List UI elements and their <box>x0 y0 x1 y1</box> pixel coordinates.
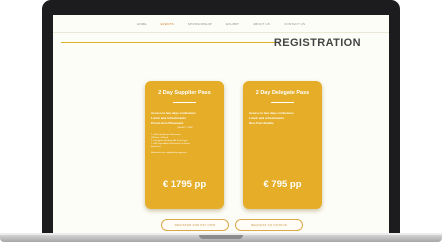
card-divider <box>271 102 294 103</box>
feature-item: Promo Item Placement <box>151 121 184 125</box>
nav-exhibit[interactable]: EXHIBIT <box>226 22 239 26</box>
feature-list: Access to two days conference Lunch and … <box>249 111 317 126</box>
option-line: Brochure) <box>151 146 161 148</box>
nav-sponsorship[interactable]: SPONSORSHIP <box>188 22 212 26</box>
select-one-label: (SELECT ONE) <box>177 127 193 129</box>
top-navigation: HOME EVENTS SPONSORSHIP EXHIBIT ABOUT US… <box>53 15 389 33</box>
page-title: REGISTRATION <box>273 37 361 49</box>
card-divider <box>173 102 196 103</box>
card-title: 2 Day Delegate Pass <box>255 90 310 96</box>
nav-about-us[interactable]: ABOUT US <box>253 22 270 26</box>
register-and-pay-button[interactable]: REGISTER AND PAY NOW <box>161 219 229 231</box>
browser-viewport: HOME EVENTS SPONSORSHIP EXHIBIT ABOUT US… <box>53 15 389 234</box>
price: € 795 pp <box>263 179 302 190</box>
supplier-pass-card[interactable]: 2 Day Supplier Pass Access to two days c… <box>145 81 224 209</box>
card-title: 2 Day Supplier Pass <box>158 90 211 96</box>
materials-note: Materials to be supplied by organiser <box>151 152 187 154</box>
delegate-pass-card[interactable]: 2 Day Delegate Pass Access to two days c… <box>243 81 322 209</box>
laptop-notch <box>199 235 243 239</box>
request-invoice-button[interactable]: REQUEST AN INVOICE <box>235 219 303 231</box>
nav-events[interactable]: EVENTS <box>161 22 174 26</box>
feature-item: Non-Transferable <box>249 121 274 125</box>
nav-contact-us[interactable]: CONTACT US <box>284 22 305 26</box>
feature-list: Access to two days conference Lunch and … <box>151 111 219 126</box>
title-divider-line <box>61 42 275 43</box>
price: € 1795 pp <box>162 179 207 190</box>
nav-home[interactable]: HOME <box>137 22 147 26</box>
